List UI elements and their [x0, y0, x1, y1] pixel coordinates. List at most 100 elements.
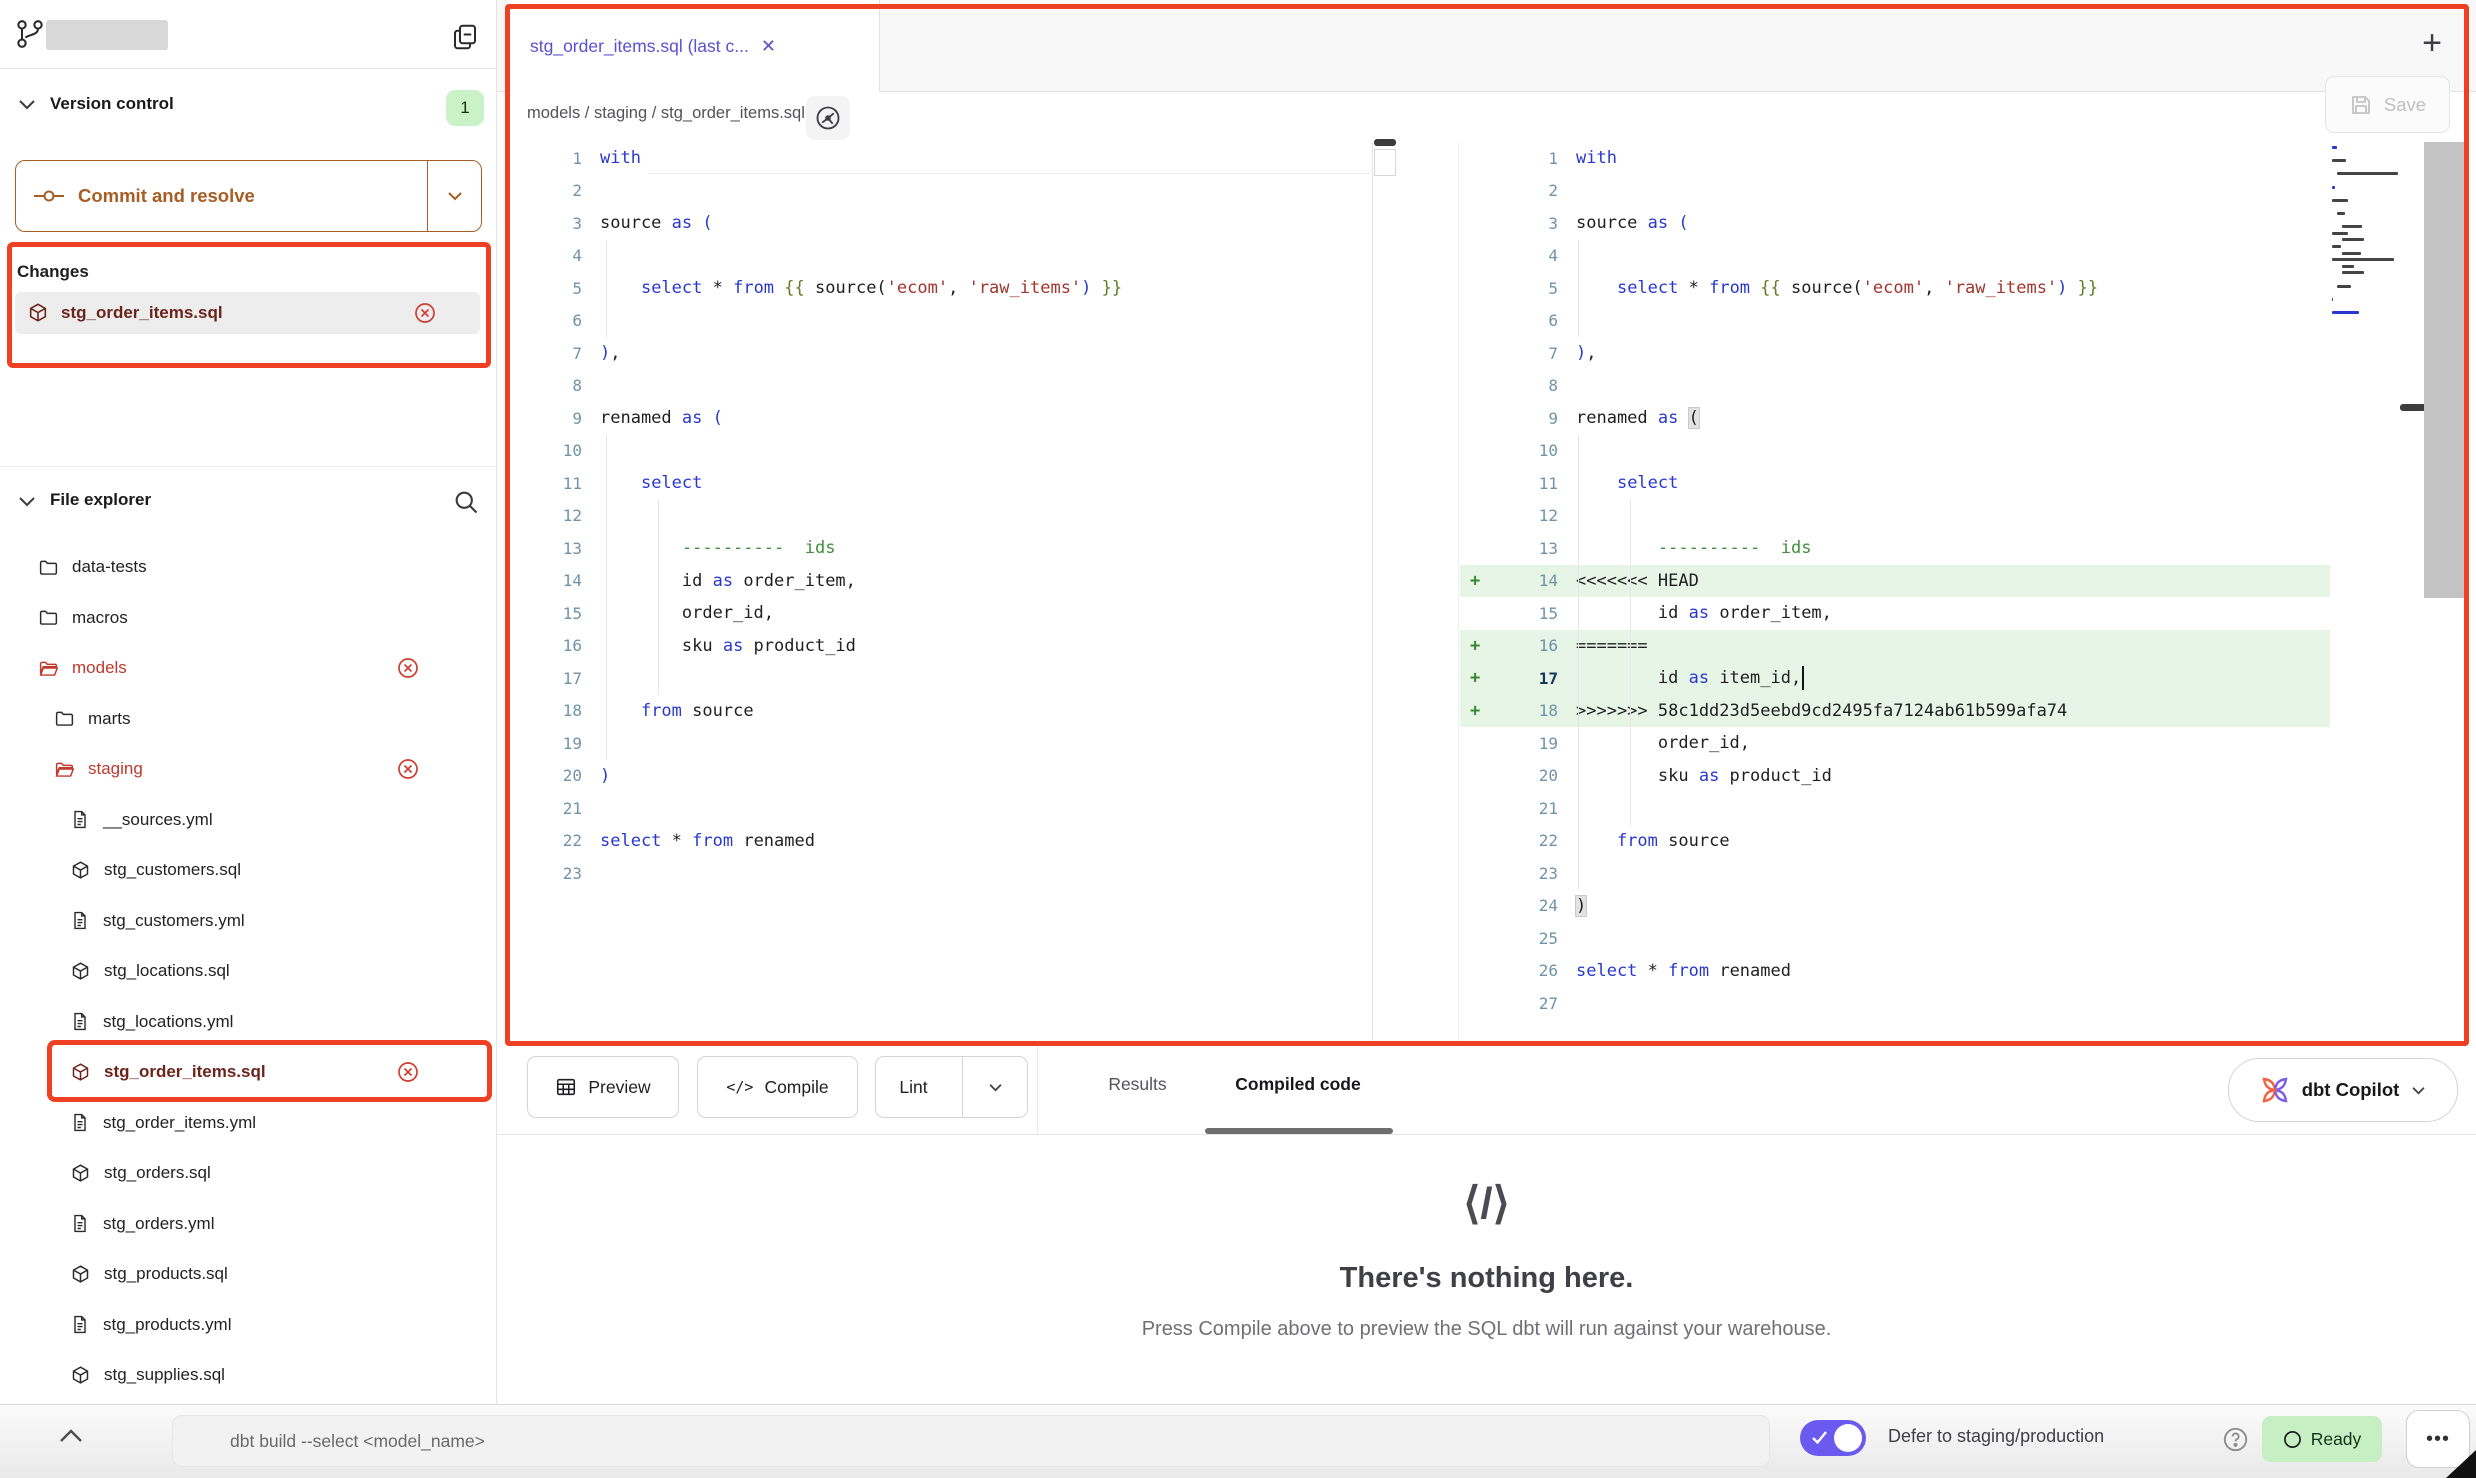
code-line-23[interactable]: 23 [1460, 857, 2330, 890]
file-explorer-item-stg-order-items-sql[interactable]: stg_order_items.sql [0, 1047, 497, 1098]
tab-close-icon[interactable]: ✕ [761, 36, 776, 57]
lint-label[interactable]: Lint [876, 1077, 951, 1098]
code-line-22[interactable]: 22select * from renamed [510, 825, 1372, 858]
commit-and-resolve-button[interactable]: Commit and resolve [15, 160, 482, 232]
minimap[interactable] [2332, 146, 2398, 328]
code-line-1[interactable]: 1with [510, 142, 1372, 175]
code-line-7[interactable]: 7), [1460, 337, 2330, 370]
save-button[interactable]: Save [2325, 76, 2450, 133]
code-line-22[interactable]: 22 from source [1460, 825, 2330, 858]
code-line-4[interactable]: 4 [1460, 240, 2330, 273]
code-line-8[interactable]: 8 [1460, 370, 2330, 403]
code-line-9[interactable]: 9renamed as ( [1460, 402, 2330, 435]
command-input[interactable]: dbt build --select <model_name> [172, 1415, 1770, 1467]
code-line-25[interactable]: 25 [1460, 922, 2330, 955]
file-explorer-item-marts[interactable]: marts [0, 694, 497, 745]
compile-button[interactable]: </> Compile [697, 1056, 858, 1118]
code-line-6[interactable]: 6 [1460, 305, 2330, 338]
code-line-10[interactable]: 10 [1460, 435, 2330, 468]
deleted-mark-icon[interactable] [396, 757, 420, 781]
code-line-20[interactable]: 20) [510, 760, 1372, 793]
code-line-24[interactable]: 24) [1460, 890, 2330, 923]
code-line-27[interactable]: 27 [1460, 987, 2330, 1020]
defer-toggle[interactable] [1800, 1420, 1866, 1456]
lint-dropdown-caret[interactable] [962, 1057, 1027, 1117]
tab-stg-order-items[interactable]: stg_order_items.sql (last c... ✕ [508, 0, 880, 92]
file-explorer-item-stg-customers-sql[interactable]: stg_customers.sql [0, 845, 497, 896]
code-line-11[interactable]: 11 select [1460, 467, 2330, 500]
file-explorer-item-stg-products-sql[interactable]: stg_products.sql [0, 1249, 497, 1300]
code-line-20[interactable]: 20 sku as product_id [1460, 760, 2330, 793]
left-pane-scrollbar-thumb[interactable] [1374, 139, 1396, 146]
file-explorer-title[interactable]: File explorer [50, 490, 151, 510]
code-line-23[interactable]: 23 [510, 857, 1372, 890]
code-line-18[interactable]: +18>>>>>>> 58c1dd23d5eebd9cd2495fa7124ab… [1460, 695, 2330, 728]
file-explorer-item-stg-order-items-yml[interactable]: stg_order_items.yml [0, 1098, 497, 1149]
preview-button[interactable]: Preview [527, 1056, 679, 1118]
code-line-10[interactable]: 10 [510, 435, 1372, 468]
code-line-12[interactable]: 12 [510, 500, 1372, 533]
code-line-12[interactable]: 12 [1460, 500, 2330, 533]
version-control-title[interactable]: Version control [50, 94, 174, 114]
file-explorer-item-staging[interactable]: staging [0, 744, 497, 795]
search-icon[interactable] [452, 488, 480, 516]
editor-pane-modified[interactable]: 1with23source as (45 select * from {{ so… [1460, 142, 2330, 1042]
status-badge-ready[interactable]: Ready [2262, 1416, 2382, 1462]
code-line-16[interactable]: 16 sku as product_id [510, 630, 1372, 663]
tab-results[interactable]: Results [1080, 1064, 1195, 1104]
code-line-17[interactable]: +17 id as item_id, [1460, 662, 2330, 695]
code-line-5[interactable]: 5 select * from {{ source('ecom', 'raw_i… [510, 272, 1372, 305]
code-line-15[interactable]: 15 id as order_item, [1460, 597, 2330, 630]
file-explorer-item-stg-products-yml[interactable]: stg_products.yml [0, 1300, 497, 1351]
chevron-down-icon[interactable] [18, 99, 36, 111]
code-line-9[interactable]: 9renamed as ( [510, 402, 1372, 435]
help-icon[interactable] [2222, 1426, 2249, 1453]
collapse-chevron-icon[interactable] [58, 1428, 84, 1444]
deleted-mark-icon[interactable] [396, 656, 420, 680]
window-scrollbar-thumb[interactable] [2424, 142, 2466, 598]
code-line-5[interactable]: 5 select * from {{ source('ecom', 'raw_i… [1460, 272, 2330, 305]
file-explorer-item-models[interactable]: models [0, 643, 497, 694]
file-explorer-item-stg-locations-yml[interactable]: stg_locations.yml [0, 997, 497, 1048]
file-explorer-item-stg-locations-sql[interactable]: stg_locations.sql [0, 946, 497, 997]
file-explorer-item-data-tests[interactable]: data-tests [0, 542, 497, 593]
code-line-21[interactable]: 21 [510, 792, 1372, 825]
code-line-14[interactable]: 14 id as order_item, [510, 565, 1372, 598]
code-line-2[interactable]: 2 [1460, 175, 2330, 208]
changed-file-item[interactable]: stg_order_items.sql [15, 292, 480, 334]
file-explorer-item-macros[interactable]: macros [0, 593, 497, 644]
editor-pane-original[interactable]: 1with23source as (45 select * from {{ so… [510, 142, 1372, 1042]
file-explorer-item-stg-customers-yml[interactable]: stg_customers.yml [0, 896, 497, 947]
code-line-4[interactable]: 4 [510, 240, 1372, 273]
lint-button[interactable]: Lint [875, 1056, 1028, 1118]
code-line-6[interactable]: 6 [510, 305, 1372, 338]
dbt-copilot-button[interactable]: dbt Copilot [2228, 1058, 2458, 1122]
code-line-11[interactable]: 11 select [510, 467, 1372, 500]
commit-and-resolve-main[interactable]: Commit and resolve [16, 161, 427, 231]
new-tab-button[interactable]: + [2410, 18, 2454, 68]
code-line-3[interactable]: 3source as ( [1460, 207, 2330, 240]
code-line-17[interactable]: 17 [510, 662, 1372, 695]
code-line-18[interactable]: 18 from source [510, 695, 1372, 728]
code-line-15[interactable]: 15 order_id, [510, 597, 1372, 630]
code-line-1[interactable]: 1with [1460, 142, 2330, 175]
code-line-13[interactable]: 13 ---------- ids [510, 532, 1372, 565]
file-explorer-item-stg-orders-sql[interactable]: stg_orders.sql [0, 1148, 497, 1199]
code-line-7[interactable]: 7), [510, 337, 1372, 370]
code-line-3[interactable]: 3source as ( [510, 207, 1372, 240]
lineage-icon[interactable] [806, 96, 850, 140]
file-explorer-item-stg-orders-yml[interactable]: stg_orders.yml [0, 1199, 497, 1250]
code-line-2[interactable]: 2 [510, 175, 1372, 208]
code-line-16[interactable]: +16======= [1460, 630, 2330, 663]
tab-compiled-code[interactable]: Compiled code [1205, 1064, 1391, 1104]
commit-dropdown-caret[interactable] [427, 161, 481, 231]
chevron-down-icon[interactable] [18, 496, 36, 508]
code-line-8[interactable]: 8 [510, 370, 1372, 403]
file-explorer-item--sources-yml[interactable]: __sources.yml [0, 795, 497, 846]
revert-change-icon[interactable] [413, 301, 437, 325]
code-line-19[interactable]: 19 [510, 727, 1372, 760]
right-pane-scrollbar-thumb[interactable] [2400, 404, 2426, 411]
code-line-13[interactable]: 13 ---------- ids [1460, 532, 2330, 565]
file-explorer-item-stg-supplies-sql[interactable]: stg_supplies.sql [0, 1350, 497, 1401]
code-line-21[interactable]: 21 [1460, 792, 2330, 825]
